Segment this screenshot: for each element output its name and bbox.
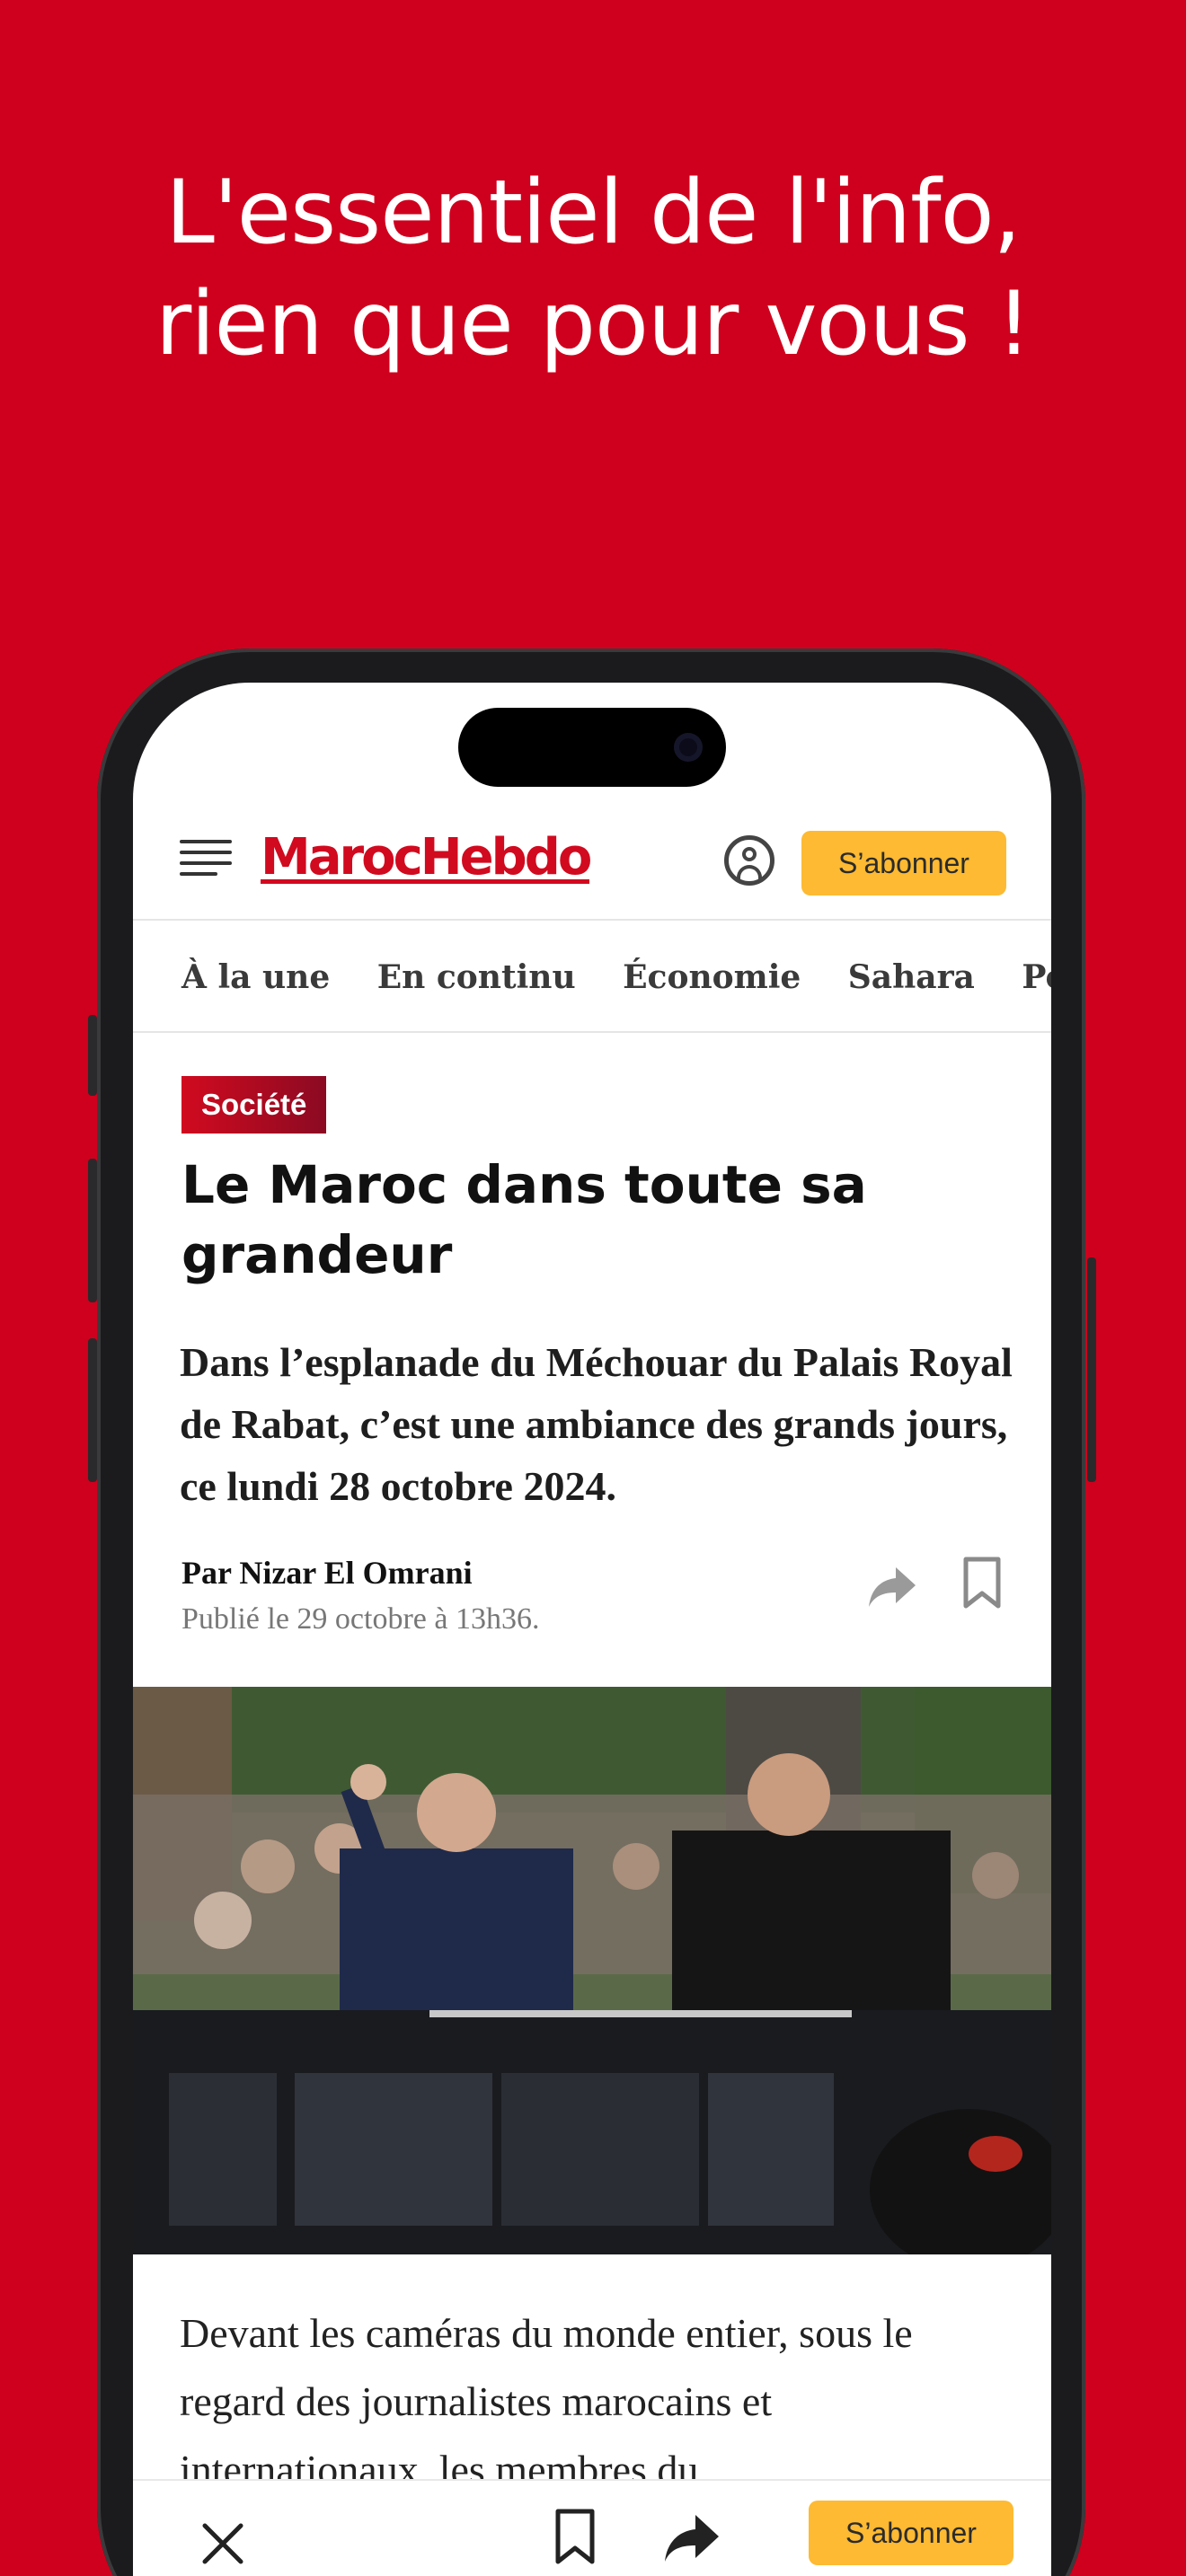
app-header: MarocHebdo S’abonner (133, 795, 1051, 921)
close-icon[interactable] (196, 2517, 250, 2571)
promo-headline-line1: L'essentiel de l'info, (165, 162, 1021, 264)
tab-a-la-une[interactable]: À la une (181, 922, 330, 1031)
phone-power-button (1087, 1257, 1096, 1482)
dynamic-island (458, 708, 726, 787)
tab-politique[interactable]: Po (1022, 922, 1051, 1031)
category-nav: À la une En continu Économie Sahara Po (133, 922, 1051, 1033)
account-icon[interactable] (724, 835, 774, 886)
subscribe-button[interactable]: S’abonner (801, 831, 1006, 895)
maroc-hebdo-logo[interactable]: MarocHebdo (261, 826, 592, 889)
article-body: Devant les caméras du monde entier, sous… (180, 2310, 913, 2492)
menu-icon[interactable] (180, 840, 232, 876)
bookmark-icon[interactable] (961, 1556, 1003, 1610)
article-date: Publié le 29 octobre à 13h36. (181, 1602, 540, 1636)
phone-action-button (88, 1015, 97, 1096)
toolbar-bookmark-icon[interactable] (553, 2508, 597, 2565)
promo-headline-line2: rien que pour vous ! (155, 273, 1031, 375)
phone-volume-up-button (88, 1159, 97, 1302)
phone-volume-down-button (88, 1338, 97, 1482)
promo-headline: L'essentiel de l'info, rien que pour vou… (0, 157, 1186, 380)
camera-icon (674, 733, 703, 762)
article-title: Le Maroc dans toute sa grandeur (181, 1154, 867, 1285)
toolbar-share-icon[interactable] (661, 2508, 722, 2565)
tab-en-continu[interactable]: En continu (377, 922, 576, 1031)
tab-sahara[interactable]: Sahara (848, 922, 975, 1031)
article-author: Par Nizar El Omrani (181, 1555, 473, 1591)
tab-economie[interactable]: Économie (623, 922, 801, 1031)
category-badge[interactable]: Société (181, 1076, 327, 1134)
share-icon[interactable] (865, 1558, 919, 1612)
phone-screen: MarocHebdo S’abonner À la une En continu… (133, 683, 1051, 2576)
article-lead: Dans l’esplanade du Méchouar du Palais R… (180, 1339, 1013, 1509)
bottom-toolbar: S’abonner (133, 2479, 1051, 2576)
article-photo (133, 1687, 1051, 2254)
toolbar-subscribe-button[interactable]: S’abonner (809, 2501, 1013, 2565)
